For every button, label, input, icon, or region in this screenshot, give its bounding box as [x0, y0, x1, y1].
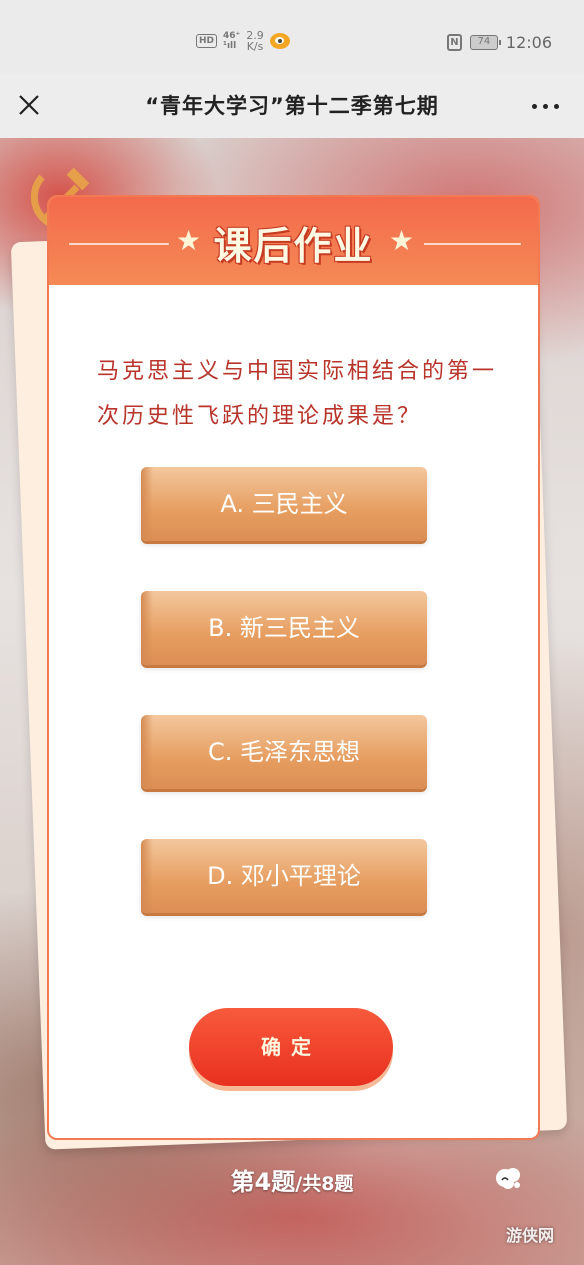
network-indicator: 46⁺ ¹ıll: [223, 31, 240, 51]
page-title: “青年大学习”第十二季第七期: [145, 94, 439, 118]
status-bar-center: HD 46⁺ ¹ıll 2.9 K/s: [196, 30, 290, 52]
confirm-button[interactable]: 确定: [189, 1008, 393, 1086]
more-icon[interactable]: [532, 104, 559, 109]
speed-unit: K/s: [246, 40, 264, 53]
star-icon: ★: [389, 224, 415, 257]
option-a-button[interactable]: A. 三民主义: [141, 467, 427, 541]
status-bar: HD 46⁺ ¹ıll 2.9 K/s N 74 12:06: [0, 0, 584, 74]
music-icon[interactable]: [493, 1163, 523, 1193]
watermark: 游侠网: [506, 1226, 555, 1245]
quiz-card: ★ 课后作业 ★ 马克思主义与中国实际相结合的第一次历史性飞跃的理论成果是？ A…: [47, 195, 540, 1140]
nfc-icon: N: [446, 34, 462, 51]
status-bar-right: N 74 12:06: [446, 33, 552, 52]
speed-indicator: 2.9 K/s: [246, 30, 264, 52]
clock: 12:06: [505, 33, 552, 52]
hd-icon: HD: [196, 34, 218, 48]
progress-current: 第4题: [230, 1168, 296, 1196]
network-type: 46⁺: [223, 31, 241, 41]
progress-total: /共8题: [295, 1173, 354, 1195]
question-text: 马克思主义与中国实际相结合的第一次历史性飞跃的理论成果是？: [97, 359, 498, 429]
option-b-button[interactable]: B. 新三民主义: [141, 591, 427, 665]
card-header: ★ 课后作业 ★: [49, 197, 538, 285]
nav-bar: “青年大学习”第十二季第七期: [0, 74, 584, 138]
close-icon[interactable]: [17, 93, 41, 117]
header-line-right: [424, 243, 521, 245]
signal-icon: ¹ıll: [223, 41, 237, 51]
option-c-button[interactable]: C. 毛泽东思想: [141, 715, 427, 789]
weibo-icon: [269, 33, 290, 49]
battery-icon: 74: [469, 35, 501, 50]
option-d-button[interactable]: D. 邓小平理论: [141, 839, 427, 913]
